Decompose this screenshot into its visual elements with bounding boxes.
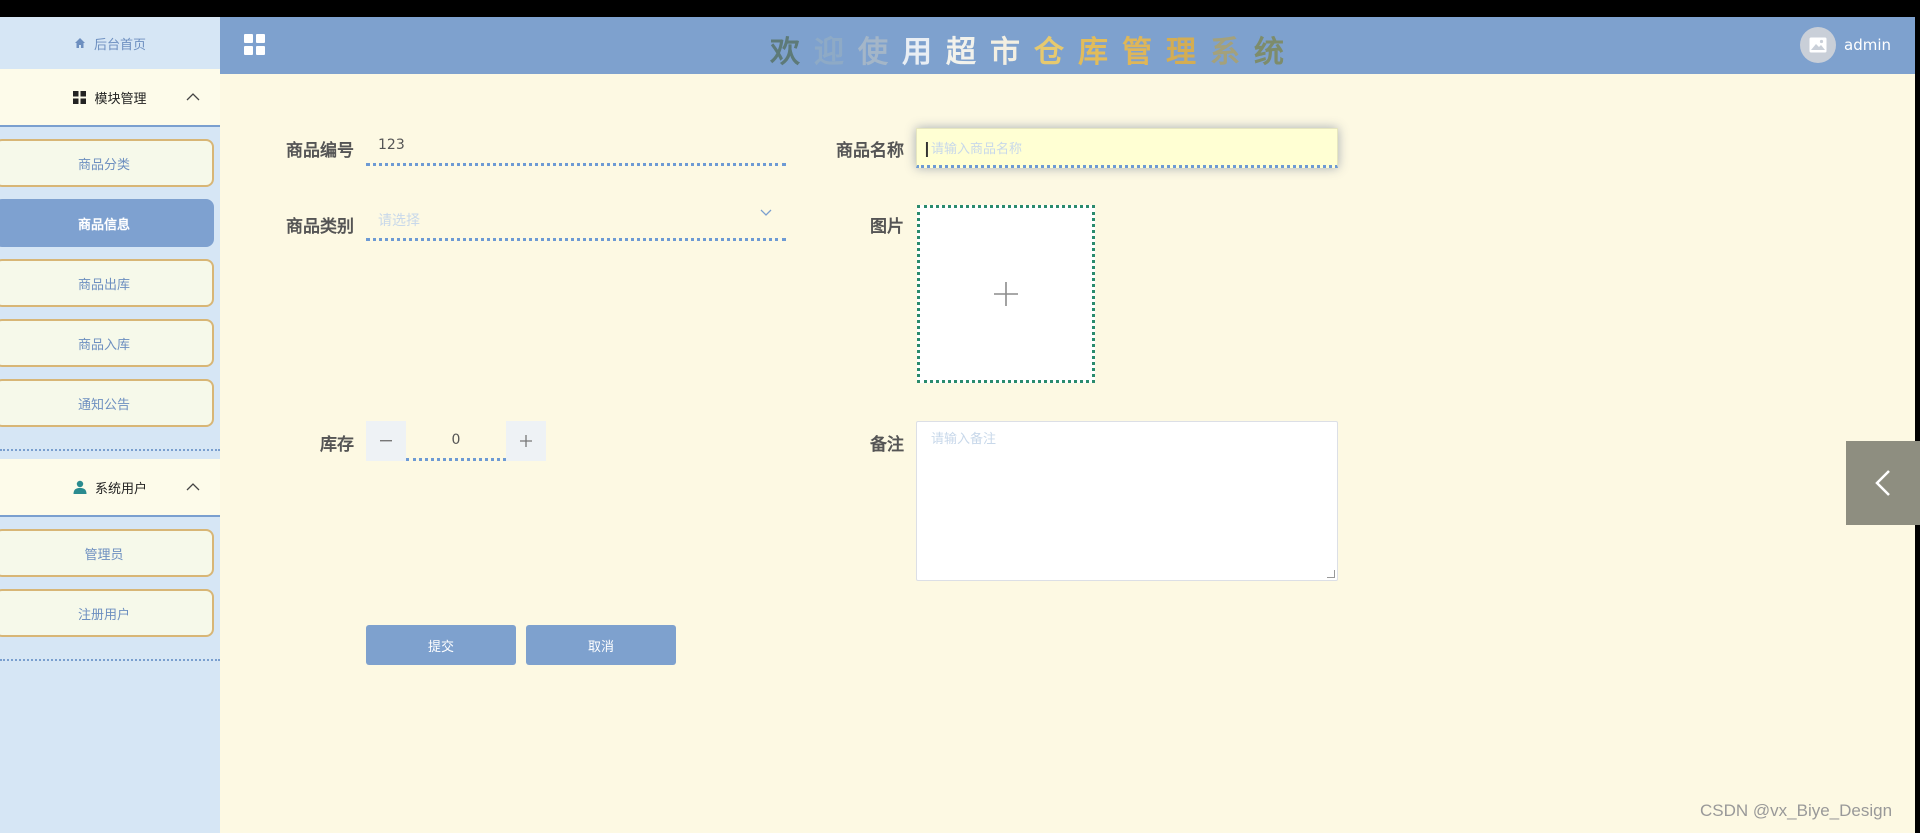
sidebar-item-registered-users[interactable]: 注册用户 <box>0 589 214 637</box>
home-icon <box>74 38 85 48</box>
sidebar-item-label: 商品分类 <box>77 157 130 173</box>
remark-placeholder: 请输入备注 <box>931 432 997 447</box>
avatar[interactable] <box>1800 27 1836 63</box>
plus-icon <box>994 282 1018 306</box>
category-select[interactable]: 请选择 <box>366 201 786 241</box>
header: 欢迎使用超市仓库管理系统 admin <box>220 17 1915 74</box>
sidebar-group-users[interactable]: 系统用户 <box>0 459 220 517</box>
sidebar-home-label: 后台首页 <box>93 37 146 53</box>
sidebar-group-label: 模块管理 <box>94 91 147 107</box>
decrease-button[interactable] <box>366 421 406 461</box>
sidebar-item-label: 注册用户 <box>77 607 130 623</box>
plus-icon <box>520 435 532 447</box>
collapse-panel-button[interactable] <box>1846 441 1920 525</box>
image-uploader[interactable] <box>917 205 1095 383</box>
chevron-left-icon <box>1875 470 1890 496</box>
chevron-up-icon[interactable] <box>186 483 200 491</box>
user-icon <box>73 480 87 494</box>
sidebar-item-home[interactable]: 后台首页 <box>0 17 220 69</box>
stock-label: 库存 <box>320 435 354 455</box>
grid-icon <box>73 90 87 104</box>
title-char: 库 <box>1078 35 1122 70</box>
sidebar-item-admins[interactable]: 管理员 <box>0 529 214 577</box>
submit-button[interactable]: 提交 <box>366 625 516 665</box>
category-label: 商品类别 <box>286 217 354 237</box>
sidebar-group-label: 系统用户 <box>94 481 147 497</box>
menu-toggle-icon[interactable] <box>244 34 266 56</box>
sidebar: 后台首页 模块管理 商品分类 商品信息 商品出库 商品入库 通知公告 系统用户 … <box>0 17 220 833</box>
page-title: 欢迎使用超市仓库管理系统 <box>770 27 1298 71</box>
category-placeholder: 请选择 <box>378 212 420 229</box>
remark-textarea[interactable]: 请输入备注 <box>916 421 1338 581</box>
sidebar-group-module-items: 商品分类 商品信息 商品出库 商品入库 通知公告 <box>0 127 220 451</box>
code-input[interactable]: 123 <box>366 126 786 166</box>
stock-stepper: 0 <box>366 421 546 461</box>
stock-value[interactable]: 0 <box>406 421 506 461</box>
code-label: 商品编号 <box>286 141 354 161</box>
title-char: 欢 <box>770 35 814 70</box>
title-char: 使 <box>858 35 902 70</box>
chevron-down-icon[interactable] <box>760 209 772 217</box>
sidebar-item-label: 管理员 <box>84 547 124 563</box>
title-char: 用 <box>902 35 946 70</box>
cancel-button[interactable]: 取消 <box>526 625 676 665</box>
title-char: 管 <box>1122 35 1166 70</box>
main-content: 商品编号 123 商品名称 请输入商品名称 I 商品类别 请选择 图片 库存 0… <box>220 74 1915 833</box>
name-input[interactable]: 请输入商品名称 <box>916 128 1338 168</box>
sidebar-item-label: 通知公告 <box>77 397 130 413</box>
title-char: 迎 <box>814 35 858 70</box>
minus-icon <box>380 440 392 442</box>
sidebar-item-product-info[interactable]: 商品信息 <box>0 199 214 247</box>
sidebar-item-inbound[interactable]: 商品入库 <box>0 319 214 367</box>
name-placeholder: 请输入商品名称 <box>931 141 1023 157</box>
window-edge <box>1915 17 1920 833</box>
title-char: 市 <box>990 35 1034 70</box>
title-char: 系 <box>1210 35 1254 70</box>
title-char: 仓 <box>1034 35 1078 70</box>
sidebar-item-label: 商品出库 <box>77 277 130 293</box>
resize-handle-icon[interactable] <box>1327 570 1335 578</box>
title-char: 超 <box>946 35 990 70</box>
chevron-up-icon[interactable] <box>186 93 200 101</box>
sidebar-item-label: 商品信息 <box>77 217 130 233</box>
sidebar-item-outbound[interactable]: 商品出库 <box>0 259 214 307</box>
user-name[interactable]: admin <box>1844 36 1891 54</box>
text-cursor-icon: I <box>924 138 930 162</box>
increase-button[interactable] <box>506 421 546 461</box>
title-char: 理 <box>1166 35 1210 70</box>
watermark: CSDN @vx_Biye_Design <box>1700 801 1893 820</box>
sidebar-item-label: 商品入库 <box>77 337 130 353</box>
sidebar-group-module[interactable]: 模块管理 <box>0 69 220 127</box>
remark-label: 备注 <box>870 435 904 455</box>
image-icon <box>1809 37 1827 53</box>
top-bar <box>0 0 1920 17</box>
name-label: 商品名称 <box>836 141 904 161</box>
sidebar-item-category[interactable]: 商品分类 <box>0 139 214 187</box>
sidebar-item-notice[interactable]: 通知公告 <box>0 379 214 427</box>
image-label: 图片 <box>870 217 904 237</box>
title-char: 统 <box>1254 35 1298 70</box>
sidebar-group-users-items: 管理员 注册用户 <box>0 517 220 661</box>
code-value: 123 <box>378 136 405 153</box>
